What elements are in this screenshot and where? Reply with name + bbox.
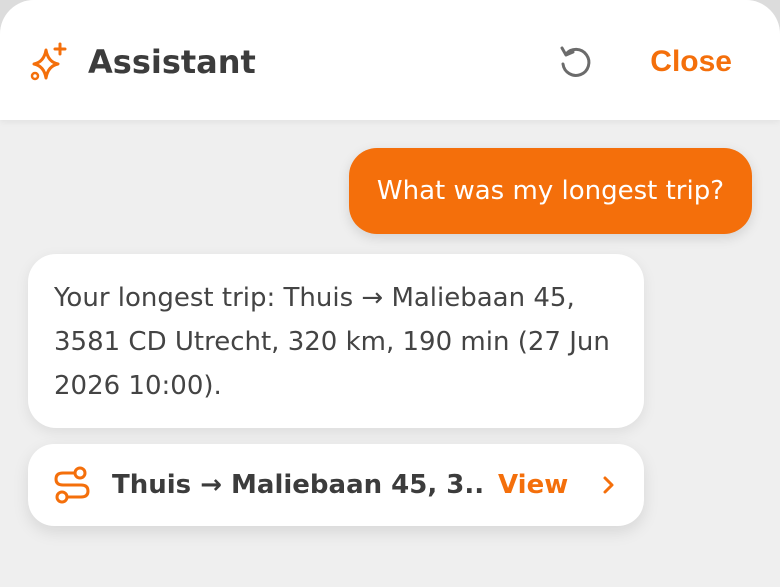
close-button[interactable]: Close (650, 40, 732, 84)
reset-icon[interactable] (554, 40, 598, 84)
route-icon (54, 466, 90, 504)
user-message-bubble: What was my longest trip? (348, 148, 752, 234)
assistant-message-bubble: Your longest trip: Thuis → Maliebaan 45,… (28, 254, 644, 428)
view-trip-link[interactable]: View (498, 444, 568, 526)
trip-title: Thuis → Maliebaan 45, 3... (112, 470, 482, 500)
header: Assistant Close (0, 0, 780, 120)
header-title: Assistant (88, 43, 256, 81)
sparkle-icon (30, 42, 67, 81)
assistant-panel: Assistant Close What was my longest trip… (0, 0, 780, 587)
trip-result-card[interactable]: Thuis → Maliebaan 45, 3... View (28, 444, 644, 526)
chevron-right-icon (603, 476, 614, 494)
